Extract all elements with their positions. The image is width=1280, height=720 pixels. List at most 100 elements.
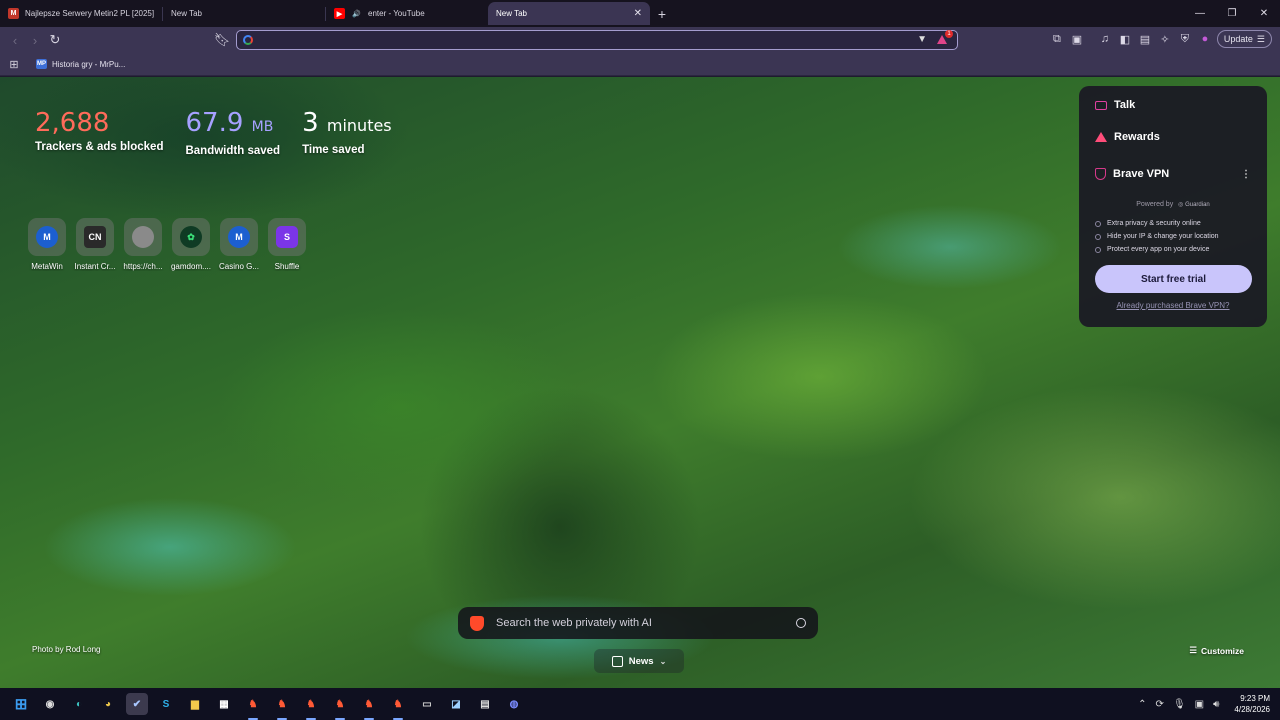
feature-label: Extra privacy & security online [1107, 220, 1201, 227]
vpn-shield-icon[interactable]: ⛨ [1177, 30, 1193, 48]
metawin-logo-icon: M [36, 226, 58, 248]
already-purchased-link[interactable]: Already purchased Brave VPN? [1095, 301, 1251, 310]
brave-taskbar-icon[interactable]: ♞ [300, 693, 322, 720]
tab-new-tab-1[interactable]: New Tab [163, 2, 325, 25]
close-tab-icon[interactable]: ✕ [634, 8, 642, 19]
sidebar-icon[interactable]: ◧ [1117, 30, 1133, 48]
check-icon [1095, 246, 1101, 253]
news-label: News [628, 655, 654, 667]
brave-taskbar-icon[interactable]: ♞ [242, 693, 264, 720]
more-options-icon[interactable]: ⋮ [1241, 169, 1251, 180]
google-icon [243, 35, 253, 45]
calendar-app-icon[interactable]: ▦ [213, 693, 235, 715]
windows-start-icon[interactable]: ⊞ [10, 693, 32, 715]
tile-box: ✿ [172, 218, 210, 256]
edge-icon[interactable]: ◐ [68, 693, 90, 715]
search-box[interactable]: Search the web privately with AI [458, 607, 818, 639]
obs-icon[interactable]: ◉ [39, 693, 61, 715]
brave-taskbar-icon[interactable]: ♞ [387, 693, 409, 720]
brave-rewards-icon[interactable]: 1 [937, 30, 953, 45]
bookmark-icon[interactable]: 🔖︎ [212, 30, 232, 50]
address-bar[interactable]: ▼ 1 [236, 30, 958, 50]
tab-new-tab-active[interactable]: New Tab ✕ [488, 2, 650, 25]
steam-icon[interactable]: ✔ [126, 693, 148, 715]
talk-label: Talk [1114, 99, 1136, 111]
news-button[interactable]: News ⌄ [594, 649, 684, 673]
customize-icon: ☰ [1189, 645, 1198, 655]
search-icon[interactable] [796, 618, 806, 628]
top-site-tile[interactable]: M MetaWin [25, 218, 69, 271]
tab-metin2[interactable]: M Najlepsze Serwery Metin2 PL [2025] [0, 2, 162, 25]
bandwidth-value: 67.9 [185, 108, 244, 138]
tile-label: Shuffle [274, 262, 300, 271]
screenshot-icon[interactable]: ▣ [1069, 30, 1085, 48]
leo-ai-icon[interactable]: ✧ [1157, 30, 1173, 48]
bookmark-favicon-icon: MP [36, 59, 47, 69]
chevron-up-icon[interactable]: ⌃ [1138, 699, 1146, 710]
minimize-icon[interactable]: — [1184, 0, 1216, 27]
media-icon[interactable]: ♫ [1097, 30, 1113, 48]
volume-icon[interactable]: 🔊︎ [1213, 699, 1219, 710]
new-tab-plus-icon[interactable]: + [650, 0, 674, 27]
customize-button[interactable]: ☰ Customize [1189, 645, 1244, 656]
bookmark-item[interactable]: MP Historia gry - MrPu... [36, 59, 125, 69]
photo-credit[interactable]: Photo by Rod Long [32, 645, 101, 654]
reload-icon[interactable]: ↻ [45, 30, 65, 50]
clock[interactable]: 9:23 PM 4/28/2026 [1234, 693, 1270, 715]
tab-youtube[interactable]: ▶ 🔊 enter - YouTube [326, 2, 488, 25]
start-free-trial-button[interactable]: Start free trial [1095, 265, 1252, 293]
gamdom-logo-icon: ✿ [180, 226, 202, 248]
news-icon [611, 655, 623, 667]
rewards-row[interactable]: Rewards [1095, 128, 1251, 146]
feature-item: Protect every app on your device [1095, 243, 1251, 256]
trackers-label: Trackers & ads blocked [35, 141, 164, 153]
chrome-icon[interactable]: ◕ [97, 693, 119, 715]
extensions-icon[interactable]: ⧉ [1049, 30, 1065, 48]
network-icon[interactable]: ▣ [1195, 699, 1204, 710]
feature-label: Hide your IP & change your location [1107, 233, 1219, 240]
brave-taskbar-icon[interactable]: ♞ [358, 693, 380, 720]
notepad-icon[interactable]: ◪ [445, 693, 467, 715]
back-arrow-icon[interactable]: ‹ [5, 30, 25, 50]
feature-label: Protect every app on your device [1107, 246, 1210, 253]
microphone-icon[interactable]: 🎙︎ [1173, 699, 1186, 710]
guardian-label: Guardian [1185, 202, 1210, 208]
app-s-icon[interactable]: S [155, 693, 177, 715]
stat-trackers: 2,688 Trackers & ads blocked [35, 107, 163, 157]
maximize-icon[interactable]: ❐ [1216, 0, 1248, 27]
brave-logo-icon [470, 615, 484, 631]
calculator-icon[interactable]: ▤ [474, 693, 496, 715]
terminal-icon[interactable]: ▭ [416, 693, 438, 715]
discord-icon[interactable]: ◍ [503, 693, 525, 715]
top-site-tile[interactable]: M Casino G... [217, 218, 261, 271]
search-placeholder[interactable]: Search the web privately with AI [496, 617, 784, 629]
address-input[interactable] [259, 34, 957, 46]
forward-arrow-icon[interactable]: › [25, 30, 45, 50]
apps-grid-icon[interactable]: ⊞ [0, 58, 28, 71]
top-site-tile[interactable]: S Shuffle [265, 218, 309, 271]
top-site-tile[interactable]: https://ch... [121, 218, 165, 271]
time-unit: minutes [326, 116, 392, 135]
powered-by: Powered by ◎ Guardian [1095, 201, 1251, 208]
check-icon [1095, 233, 1101, 240]
close-window-icon[interactable]: ✕ [1248, 0, 1280, 27]
file-explorer-icon[interactable]: ▆ [184, 693, 206, 715]
profile-icon[interactable]: ● [1197, 30, 1213, 48]
wallet-icon[interactable]: ▤ [1137, 30, 1153, 48]
brave-taskbar-icon[interactable]: ♞ [271, 693, 293, 720]
powered-by-label: Powered by [1136, 201, 1174, 208]
speaker-icon[interactable]: 🔊 [351, 8, 362, 19]
brave-taskbar-icon[interactable]: ♞ [329, 693, 351, 720]
new-tab-page: 2,688 Trackers & ads blocked 67.9 MB Ban… [0, 77, 1280, 688]
update-button[interactable]: Update ☰ [1216, 30, 1272, 48]
sync-icon[interactable]: ⟳ [1156, 699, 1164, 710]
tab-title: New Tab [171, 9, 202, 18]
check-icon [1095, 220, 1101, 227]
tab-title: enter - YouTube [368, 9, 425, 18]
talk-row[interactable]: Talk [1095, 96, 1251, 114]
brave-shields-icon[interactable]: ▼ [917, 34, 927, 45]
top-site-tile[interactable]: ✿ gamdom.... [169, 218, 213, 271]
vpn-features: Extra privacy & security online Hide you… [1095, 217, 1251, 256]
taskbar: ⊞ ◉ ◐ ◕ ✔ S ▆ ▦ ♞ ♞ ♞ ♞ ♞ ♞ ▭ ◪ ▤ ◍ ⌃ ⟳ … [0, 688, 1280, 720]
top-site-tile[interactable]: CN Instant Cr... [73, 218, 117, 271]
